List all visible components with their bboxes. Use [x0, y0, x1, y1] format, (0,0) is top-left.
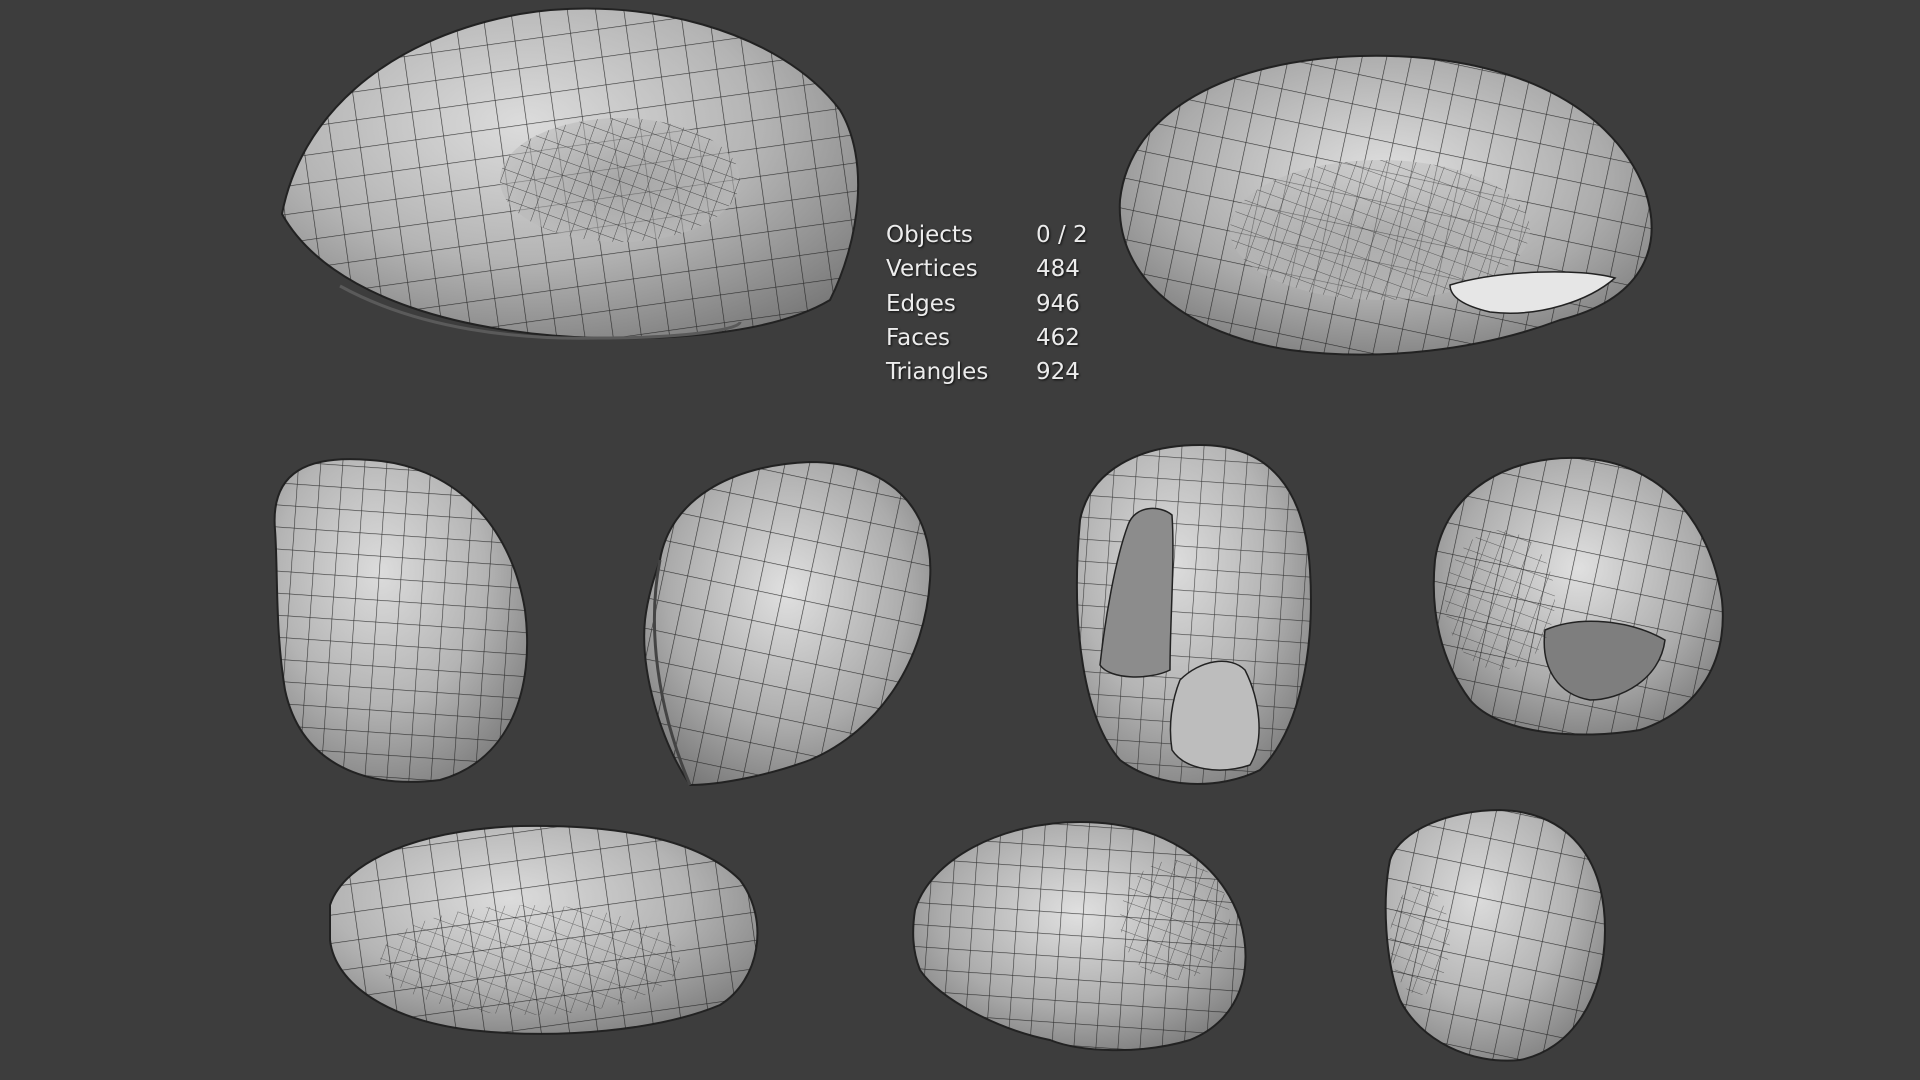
scene-statistics-overlay: Objects 0 / 2 Vertices 484 Edges 946 Fac… — [886, 218, 1116, 389]
mesh-object-2[interactable] — [1118, 54, 1653, 356]
stat-objects-row: Objects 0 / 2 — [886, 218, 1116, 252]
stat-vertices-label: Vertices — [886, 256, 978, 283]
stat-objects-label: Objects — [886, 222, 973, 248]
stat-triangles-row: Triangles 924 — [886, 355, 1116, 389]
stat-vertices-row: Vertices 484 — [886, 252, 1116, 286]
stat-faces-label: Faces — [886, 324, 950, 351]
stat-triangles-label: Triangles — [886, 359, 989, 386]
mesh-object-1[interactable] — [280, 7, 860, 340]
mesh-object-3[interactable] — [273, 458, 529, 783]
stat-edges-value: 946 — [1036, 290, 1080, 317]
3d-viewport[interactable]: Objects 0 / 2 Vertices 484 Edges 946 Fac… — [0, 0, 1920, 1080]
stat-objects-value: 0 / 2 — [1036, 222, 1088, 248]
stat-faces-row: Faces 462 — [886, 321, 1116, 355]
mesh-object-8[interactable] — [912, 820, 1247, 1052]
mesh-object-7[interactable] — [329, 824, 759, 1035]
stat-edges-row: Edges 946 — [886, 287, 1116, 321]
mesh-canvas — [273, 7, 1724, 1062]
stat-edges-label: Edges — [886, 290, 956, 317]
mesh-object-4[interactable] — [643, 460, 932, 787]
mesh-object-9[interactable] — [1384, 808, 1607, 1062]
stat-faces-value: 462 — [1036, 324, 1080, 351]
mesh-object-5[interactable] — [1075, 443, 1312, 785]
stat-vertices-value: 484 — [1036, 256, 1080, 283]
stat-triangles-value: 924 — [1036, 359, 1080, 386]
mesh-object-6[interactable] — [1432, 456, 1724, 736]
